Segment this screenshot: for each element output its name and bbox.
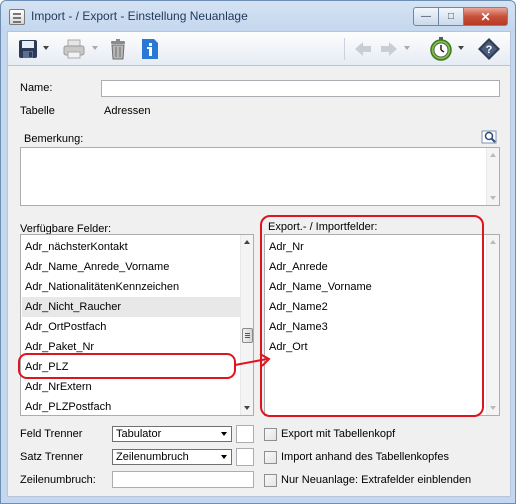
- help-icon: ?: [478, 38, 500, 60]
- bemerkung-label: Bemerkung:: [24, 133, 84, 145]
- timer-button[interactable]: [428, 37, 454, 61]
- back-button[interactable]: [352, 37, 374, 61]
- list-item[interactable]: Adr_Nr: [266, 237, 486, 257]
- feld-trenner-custom-input[interactable]: [236, 425, 254, 443]
- satz-trenner-custom-input[interactable]: [236, 448, 254, 466]
- export-fields-list[interactable]: Adr_Nr Adr_Anrede Adr_Name_Vorname Adr_N…: [264, 234, 500, 416]
- minimize-button[interactable]: —: [413, 7, 439, 26]
- list-item[interactable]: Adr_Name_Anrede_Vorname: [22, 257, 240, 277]
- navigation-dropdown-arrow[interactable]: [404, 46, 410, 50]
- dialog-window: Import - / Export - Einstellung Neuanlag…: [0, 0, 516, 504]
- list-item[interactable]: Adr_Name3: [266, 317, 486, 337]
- bemerkung-textarea[interactable]: [20, 147, 500, 206]
- export-header-checkbox[interactable]: [264, 428, 277, 441]
- export-fields-label: Export.- / Importfelder:: [268, 221, 378, 233]
- list-item[interactable]: Adr_nächsterKontakt: [22, 237, 240, 257]
- feld-trenner-select[interactable]: Tabulator: [112, 426, 232, 442]
- toolbar-separator: [344, 38, 345, 60]
- list-item[interactable]: Adr_Nicht_Raucher: [22, 297, 240, 317]
- scroll-up-icon[interactable]: [490, 240, 496, 244]
- list-item[interactable]: Adr_Name2: [266, 297, 486, 317]
- delete-button[interactable]: [106, 37, 130, 61]
- feld-trenner-label: Feld Trenner: [20, 428, 83, 440]
- satz-trenner-value: Zeilenumbruch: [116, 451, 189, 463]
- tabelle-value: Adressen: [104, 105, 151, 117]
- scroll-up-icon[interactable]: [490, 153, 496, 157]
- scroll-down-icon[interactable]: [490, 406, 496, 410]
- chevron-down-icon: [221, 432, 227, 436]
- save-icon: [19, 40, 37, 58]
- list-item[interactable]: Adr_NationalitätenKennzeichen: [22, 277, 240, 297]
- scroll-thumb[interactable]: [242, 328, 253, 343]
- scroll-up-icon[interactable]: [244, 240, 250, 244]
- list-item[interactable]: Adr_Name_Vorname: [266, 277, 486, 297]
- window-title: Import - / Export - Einstellung Neuanlag…: [31, 9, 248, 23]
- zeilenumbruch-label: Zeilenumbruch:: [20, 474, 96, 486]
- list-item[interactable]: Adr_PLZPostfach: [22, 397, 240, 415]
- bemerkung-scrollbar[interactable]: [486, 148, 499, 205]
- info-button[interactable]: [138, 37, 162, 61]
- app-icon: [9, 9, 25, 25]
- export-fields-scrollbar[interactable]: [486, 235, 499, 415]
- satz-trenner-select[interactable]: Zeilenumbruch: [112, 449, 232, 465]
- extra-fields-checkbox[interactable]: [264, 474, 277, 487]
- arrow-right-icon: [234, 353, 271, 367]
- list-item-selected[interactable]: Adr_PLZ: [22, 357, 240, 377]
- timer-icon: [430, 37, 452, 61]
- save-button[interactable]: [16, 37, 40, 61]
- scroll-down-icon[interactable]: [244, 406, 250, 410]
- help-button[interactable]: ?: [476, 37, 502, 61]
- name-input[interactable]: [101, 80, 500, 97]
- list-item[interactable]: Adr_Paket_Nr: [22, 337, 240, 357]
- maximize-button[interactable]: □: [438, 7, 464, 26]
- import-header-checkbox[interactable]: [264, 451, 277, 464]
- svg-text:?: ?: [486, 44, 493, 56]
- back-icon: [355, 42, 371, 56]
- save-dropdown-arrow[interactable]: [43, 46, 49, 50]
- forward-icon: [381, 42, 397, 56]
- print-icon: [63, 39, 85, 59]
- feld-trenner-value: Tabulator: [116, 428, 162, 440]
- print-button[interactable]: [60, 37, 88, 61]
- satz-trenner-label: Satz Trenner: [20, 451, 83, 463]
- info-icon: [142, 39, 158, 59]
- import-header-label: Import anhand des Tabellenkopfes: [281, 451, 449, 463]
- timer-dropdown-arrow[interactable]: [458, 46, 464, 50]
- available-fields-list[interactable]: Adr_nächsterKontakt Adr_Name_Anrede_Vorn…: [20, 234, 254, 416]
- delete-icon: [111, 39, 125, 60]
- list-item[interactable]: Adr_Ort: [266, 337, 486, 357]
- chevron-down-icon: [221, 455, 227, 459]
- available-fields-scrollbar[interactable]: [240, 235, 253, 415]
- name-label: Name:: [20, 82, 53, 94]
- search-icon: [481, 130, 497, 144]
- list-item[interactable]: Adr_Anrede: [266, 257, 486, 277]
- form-area: Name: Tabelle Adressen Bemerkung: Verfüg…: [7, 65, 511, 497]
- toolbar: ?: [7, 31, 511, 65]
- forward-button[interactable]: [378, 37, 400, 61]
- list-item[interactable]: Adr_NrExtern: [22, 377, 240, 397]
- print-dropdown-arrow[interactable]: [92, 46, 98, 50]
- list-item[interactable]: Adr_OrtPostfach: [22, 317, 240, 337]
- extra-fields-label: Nur Neuanlage: Extrafelder einblenden: [281, 474, 472, 486]
- zeilenumbruch-input[interactable]: [112, 471, 254, 488]
- close-button[interactable]: ✕: [463, 7, 508, 26]
- scroll-down-icon[interactable]: [490, 196, 496, 200]
- tabelle-label: Tabelle: [20, 105, 55, 117]
- search-button[interactable]: [481, 130, 499, 146]
- export-header-label: Export mit Tabellenkopf: [281, 428, 396, 440]
- title-bar[interactable]: Import - / Export - Einstellung Neuanlag…: [1, 1, 515, 31]
